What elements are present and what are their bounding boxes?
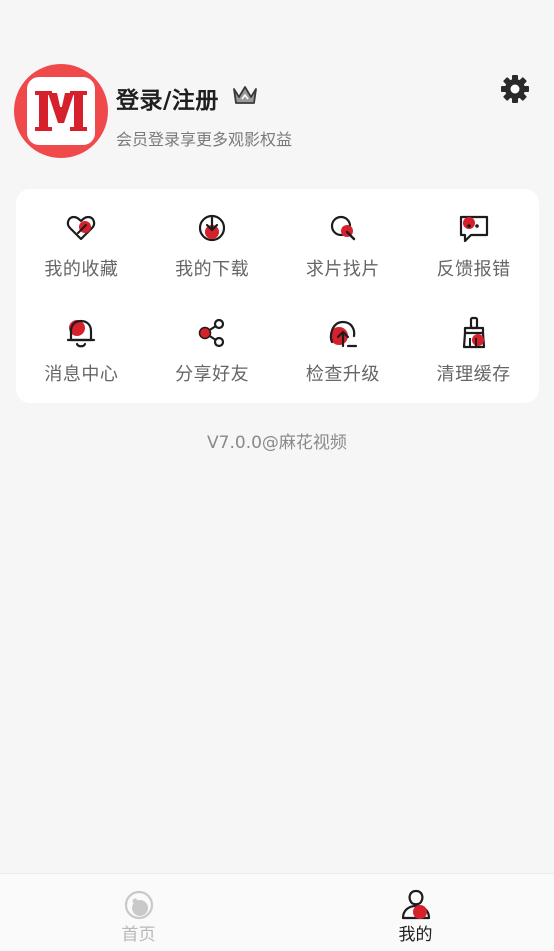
menu-label: 我的下载 bbox=[175, 259, 250, 280]
home-icon bbox=[124, 890, 153, 920]
tab-label: 我的 bbox=[398, 925, 433, 945]
feedback-icon bbox=[459, 215, 488, 243]
tab-label: 首页 bbox=[121, 925, 156, 945]
menu-item-share[interactable]: 分享好友 bbox=[147, 296, 278, 401]
menu-item-messages[interactable]: 消息中心 bbox=[16, 296, 147, 401]
download-icon bbox=[199, 214, 226, 242]
menu-card: 我的收藏 我的下载 求片找片 反馈报错 消息中心 分享好友 检查升级 清理缓存 bbox=[16, 189, 539, 403]
gear-icon[interactable] bbox=[498, 72, 532, 106]
menu-item-request-movie[interactable]: 求片找片 bbox=[278, 191, 409, 296]
menu-item-clear-cache[interactable]: 清理缓存 bbox=[408, 296, 539, 401]
login-register-link[interactable]: 登录/注册 bbox=[116, 81, 219, 115]
profile-header: 登录/注册 会员登录享更多观影权益 bbox=[14, 64, 540, 160]
menu-label: 清理缓存 bbox=[436, 364, 511, 385]
broom-icon bbox=[462, 316, 485, 349]
menu-label: 我的收藏 bbox=[44, 259, 119, 280]
login-subtitle: 会员登录享更多观影权益 bbox=[116, 130, 293, 149]
heart-icon bbox=[67, 215, 96, 241]
bottom-tab-bar: 首页 我的 bbox=[0, 873, 554, 951]
upgrade-icon bbox=[329, 320, 357, 348]
menu-label: 分享好友 bbox=[175, 364, 250, 385]
menu-label: 消息中心 bbox=[44, 364, 119, 385]
search-icon bbox=[330, 215, 356, 241]
menu-label: 检查升级 bbox=[305, 364, 380, 385]
menu-label: 求片找片 bbox=[305, 259, 380, 280]
user-icon bbox=[401, 889, 430, 920]
profile-page: 登录/注册 会员登录享更多观影权益 我的收藏 我的下载 求片找片 反馈报错 消息… bbox=[0, 0, 554, 951]
menu-item-check-update[interactable]: 检查升级 bbox=[278, 296, 409, 401]
version-text: V7.0.0@麻花视频 bbox=[207, 433, 347, 453]
avatar[interactable] bbox=[14, 64, 108, 158]
crown-icon bbox=[232, 84, 258, 106]
tab-home[interactable]: 首页 bbox=[0, 874, 277, 951]
share-icon bbox=[198, 318, 225, 348]
bell-icon bbox=[67, 319, 96, 348]
menu-item-favorites[interactable]: 我的收藏 bbox=[16, 191, 147, 296]
menu-label: 反馈报错 bbox=[436, 259, 511, 280]
menu-item-downloads[interactable]: 我的下载 bbox=[147, 191, 278, 296]
app-logo-icon bbox=[27, 77, 95, 145]
tab-mine[interactable]: 我的 bbox=[277, 874, 554, 951]
menu-item-feedback[interactable]: 反馈报错 bbox=[408, 191, 539, 296]
